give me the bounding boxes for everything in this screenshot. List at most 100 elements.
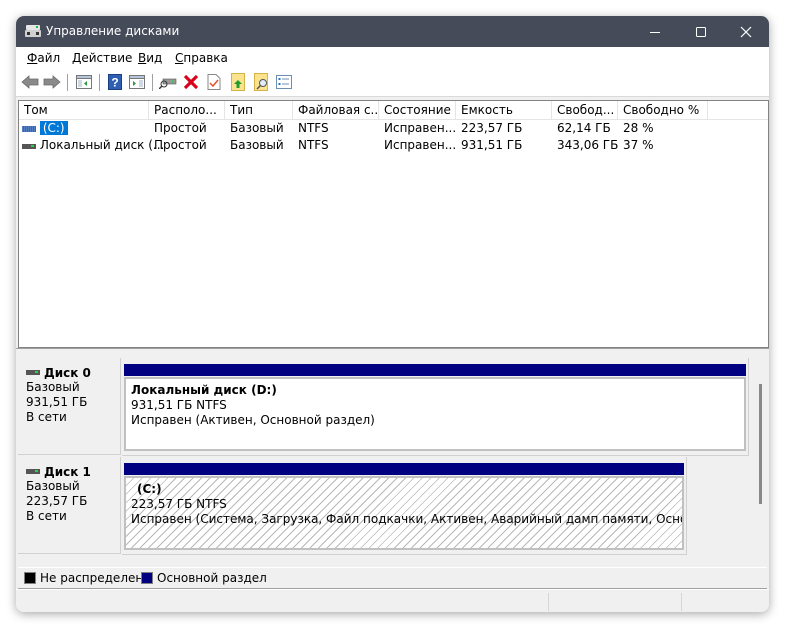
volume-row[interactable]: (C:) Простой Базовый NTFS Исправен... 22…	[19, 120, 768, 137]
disk-0-partitions: Локальный диск (D:) 931,51 ГБ NTFS Испра…	[122, 358, 749, 456]
volume-status: Исправен...	[384, 138, 457, 152]
menu-help[interactable]: Справка	[175, 51, 228, 65]
folder-search-button[interactable]	[252, 73, 272, 91]
column-header-free-percent[interactable]: Свободно %	[618, 101, 708, 119]
disk-1-partitions: (C:) 223,57 ГБ NTFS Исправен (Система, З…	[122, 457, 687, 555]
menu-view[interactable]: Вид	[138, 51, 162, 65]
column-header-filesystem[interactable]: Файловая с...	[293, 101, 379, 119]
disk-management-app-icon	[25, 25, 41, 37]
delete-icon	[183, 74, 199, 90]
column-header-capacity[interactable]: Емкость	[456, 101, 552, 119]
column-header-type[interactable]: Тип	[225, 101, 293, 119]
folder-search-icon	[254, 73, 268, 91]
volume-status: Исправен...	[384, 121, 457, 135]
partition-d[interactable]: Локальный диск (D:) 931,51 ГБ NTFS Испра…	[124, 377, 746, 451]
column-header-layout[interactable]: Располо...	[149, 101, 225, 119]
show-hide-console-tree-button[interactable]	[74, 73, 94, 91]
menu-file-accel: Ф	[27, 51, 38, 65]
column-header-status[interactable]: Состояние	[379, 101, 456, 119]
menu-bar: Файл Действие Вид Справка	[16, 47, 769, 69]
menu-action-label: ействие	[81, 51, 133, 65]
volume-name: Локальный диск (...	[39, 138, 165, 152]
forward-icon	[43, 75, 61, 89]
graphical-view-scrollbar[interactable]	[759, 384, 762, 504]
folder-up-icon	[231, 73, 245, 91]
volume-capacity: 223,57 ГБ	[461, 121, 523, 135]
disk-0-info[interactable]: Диск 0 Базовый 931,51 ГБ В сети	[18, 358, 121, 455]
title-bar[interactable]: Управление дисками	[16, 16, 769, 47]
volume-row[interactable]: Локальный диск (... Простой Базовый NTFS…	[19, 137, 768, 154]
disk-0-name-row: Диск 0	[26, 366, 120, 380]
disk-1-type: Базовый	[26, 479, 80, 493]
toolbar: ?	[16, 69, 769, 97]
disk-1-info[interactable]: Диск 1 Базовый 223,57 ГБ В сети	[18, 457, 121, 554]
volume-type: Базовый	[230, 138, 284, 152]
partition-d-size: 931,51 ГБ NTFS	[131, 398, 227, 412]
toolbar-separator	[67, 74, 68, 91]
partition-c[interactable]: (C:) 223,57 ГБ NTFS Исправен (Система, З…	[124, 476, 684, 550]
toolbar-separator	[152, 74, 153, 91]
partition-d-status: Исправен (Активен, Основной раздел)	[131, 413, 375, 427]
menu-view-accel: В	[138, 51, 147, 65]
volume-type: Базовый	[230, 121, 284, 135]
menu-action[interactable]: Действие	[72, 51, 132, 65]
svg-text:?: ?	[111, 76, 118, 90]
partition-d-name: Локальный диск (D:)	[131, 383, 277, 397]
disk-0-type: Базовый	[26, 380, 80, 394]
disk-1-partition-bar	[124, 463, 684, 475]
window-title: Управление дисками	[46, 24, 180, 38]
volume-layout: Простой	[154, 121, 207, 135]
help-icon: ?	[108, 74, 122, 90]
column-header-volume[interactable]: Том	[19, 101, 149, 119]
maximize-button[interactable]	[678, 16, 724, 47]
column-header-free-space[interactable]: Свобод...	[552, 101, 618, 119]
legend: Не распределена Основной раздел	[18, 567, 767, 589]
partition-c-size: 223,57 ГБ NTFS	[131, 497, 227, 511]
legend-label-primary-partition: Основной раздел	[157, 571, 267, 585]
check-button[interactable]	[204, 73, 224, 91]
console-tree-icon	[76, 75, 92, 89]
volume-free-space: 62,14 ГБ	[557, 121, 611, 135]
menu-action-accel: Д	[72, 51, 82, 65]
minimize-button[interactable]	[632, 16, 678, 47]
menu-file-label: айл	[37, 51, 61, 65]
action-pane-icon	[129, 75, 145, 89]
drive-connect-icon	[159, 78, 177, 89]
toolbar-separator	[99, 74, 100, 91]
delete-button[interactable]	[181, 73, 201, 91]
minimize-icon	[650, 31, 660, 33]
close-button[interactable]	[723, 16, 769, 47]
partition-c-status: Исправен (Система, Загрузка, Файл подкач…	[131, 512, 682, 526]
disk-icon	[26, 370, 40, 375]
partition-c-name: (C:)	[137, 482, 162, 496]
maximize-icon	[696, 26, 706, 37]
show-hide-action-pane-button[interactable]	[127, 73, 147, 91]
volume-layout: Простой	[154, 138, 207, 152]
volume-capacity: 931,51 ГБ	[461, 138, 523, 152]
check-document-icon	[207, 74, 221, 90]
disk-0-state: В сети	[26, 410, 67, 424]
help-button[interactable]: ?	[105, 73, 125, 91]
volume-free-percent: 28 %	[623, 121, 654, 135]
legend-label-unallocated: Не распределена	[40, 571, 151, 585]
legend-swatch-primary-partition	[141, 572, 153, 584]
volume-list-header: Том Располо... Тип Файловая с... Состоян…	[19, 101, 768, 120]
status-bar-separator	[548, 593, 549, 611]
menu-view-label: ид	[146, 51, 163, 65]
volume-drive-icon	[22, 125, 36, 132]
disk-0-size: 931,51 ГБ	[26, 395, 88, 409]
properties-button[interactable]	[274, 73, 294, 91]
back-icon	[21, 75, 39, 89]
menu-help-label: правка	[183, 51, 228, 65]
volume-filesystem: NTFS	[298, 138, 329, 152]
menu-file[interactable]: Файл	[27, 51, 60, 65]
connect-drive-button[interactable]	[158, 73, 178, 91]
folder-up-button[interactable]	[228, 73, 248, 91]
disk-icon	[26, 469, 40, 474]
forward-button[interactable]	[42, 73, 62, 91]
disk-management-window: Управление дисками Файл Действие Вид Спр…	[16, 16, 769, 612]
back-button[interactable]	[20, 73, 40, 91]
disk-1-name: Диск 1	[44, 465, 91, 479]
status-bar	[16, 589, 769, 612]
disk-graphical-view: Диск 0 Базовый 931,51 ГБ В сети Локальны…	[18, 354, 767, 566]
